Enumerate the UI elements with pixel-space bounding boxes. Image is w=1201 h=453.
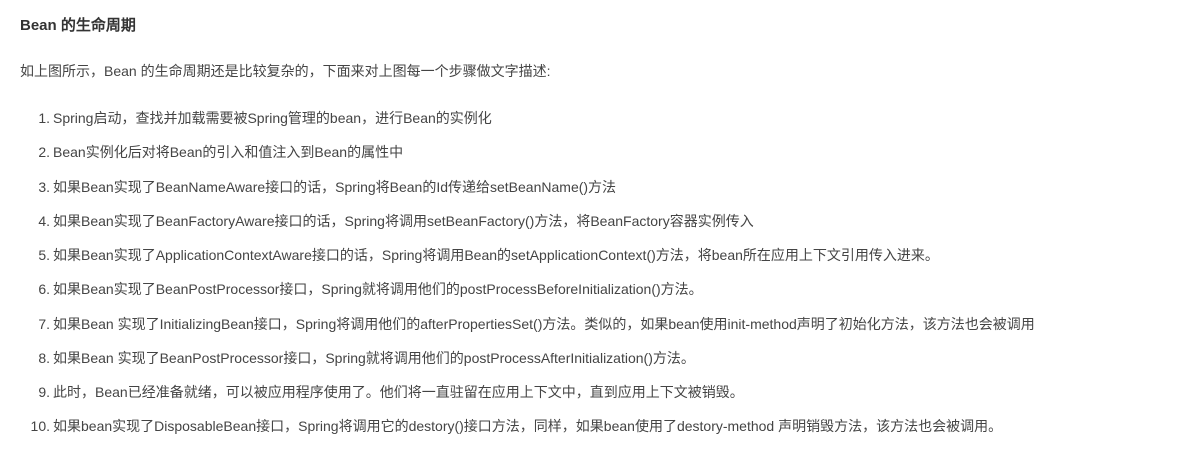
article-content: Bean 的生命周期 如上图所示，Bean 的生命周期还是比较复杂的，下面来对上… bbox=[0, 0, 1201, 453]
list-item-number: 1. bbox=[38, 110, 50, 126]
list-item-text: Bean实例化后对将Bean的引入和值注入到Bean的属性中 bbox=[53, 144, 404, 161]
list-item-text: 如果bean实现了DisposableBean接口，Spring将调用它的des… bbox=[53, 418, 1003, 435]
list-item-text: Spring启动，查找并加载需要被Spring管理的bean，进行Bean的实例… bbox=[53, 110, 492, 126]
list-item-number: 10. bbox=[30, 418, 50, 435]
list-item-number: 7. bbox=[38, 315, 50, 332]
list-item-number: 9. bbox=[38, 384, 50, 400]
list-item: 5. 如果Bean实现了ApplicationContextAware接口的话，… bbox=[0, 244, 1201, 278]
list-item-number: 5. bbox=[38, 247, 50, 263]
lifecycle-steps-list: 1. Spring启动，查找并加载需要被Spring管理的bean，进行Bean… bbox=[0, 107, 1201, 450]
list-item-number: 2. bbox=[38, 144, 50, 161]
section-heading: Bean 的生命周期 bbox=[20, 17, 136, 34]
list-item-text: 如果Bean 实现了InitializingBean接口，Spring将调用他们… bbox=[53, 315, 1035, 332]
list-item-number: 4. bbox=[38, 212, 50, 229]
intro-paragraph: 如上图所示，Bean 的生命周期还是比较复杂的，下面来对上图每一个步骤做文字描述… bbox=[20, 63, 551, 79]
list-item: 8. 如果Bean 实现了BeanPostProcessor接口，Spring就… bbox=[0, 347, 1201, 381]
list-item-text: 此时，Bean已经准备就绪，可以被应用程序使用了。他们将一直驻留在应用上下文中，… bbox=[53, 384, 744, 400]
list-item-number: 8. bbox=[38, 349, 50, 366]
list-item-text: 如果Bean实现了BeanNameAware接口的话，Spring将Bean的I… bbox=[53, 178, 617, 195]
list-item-text: 如果Bean实现了BeanFactoryAware接口的话，Spring将调用s… bbox=[53, 212, 754, 229]
list-item: 4. 如果Bean实现了BeanFactoryAware接口的话，Spring将… bbox=[0, 210, 1201, 244]
list-item: 3. 如果Bean实现了BeanNameAware接口的话，Spring将Bea… bbox=[0, 176, 1201, 210]
list-item: 2. Bean实例化后对将Bean的引入和值注入到Bean的属性中 bbox=[0, 141, 1201, 175]
list-item: 6. 如果Bean实现了BeanPostProcessor接口，Spring就将… bbox=[0, 278, 1201, 312]
list-item-text: 如果Bean实现了BeanPostProcessor接口，Spring就将调用他… bbox=[53, 281, 703, 298]
list-item-number: 6. bbox=[38, 281, 50, 298]
list-item-text: 如果Bean 实现了BeanPostProcessor接口，Spring就将调用… bbox=[53, 349, 695, 366]
list-item-number: 3. bbox=[38, 178, 50, 195]
list-item: 1. Spring启动，查找并加载需要被Spring管理的bean，进行Bean… bbox=[0, 107, 1201, 141]
list-item-text: 如果Bean实现了ApplicationContextAware接口的话，Spr… bbox=[53, 247, 939, 263]
list-item: 9. 此时，Bean已经准备就绪，可以被应用程序使用了。他们将一直驻留在应用上下… bbox=[0, 381, 1201, 415]
list-item: 7. 如果Bean 实现了InitializingBean接口，Spring将调… bbox=[0, 313, 1201, 347]
list-item: 10. 如果bean实现了DisposableBean接口，Spring将调用它… bbox=[0, 415, 1201, 449]
